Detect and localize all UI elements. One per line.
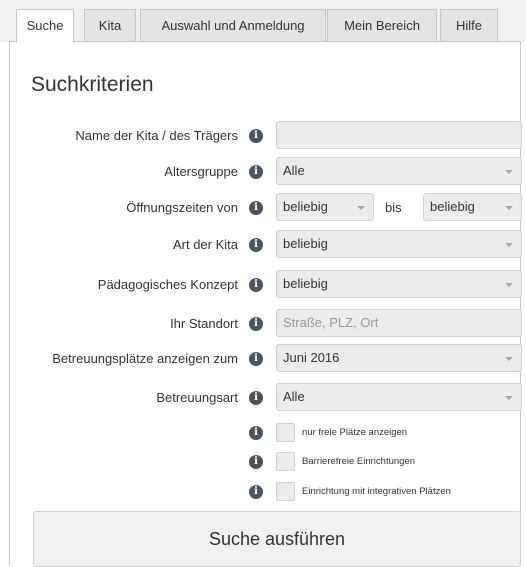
art-value: beliebig <box>283 236 328 251</box>
oeffnungszeiten-von-value: beliebig <box>283 199 328 214</box>
standort-input[interactable]: Straße, PLZ, Ort <box>276 309 522 337</box>
betreuungsplaetze-select[interactable]: Juni 2016 <box>276 344 522 372</box>
checkbox-row-freie-plaetze: i nur freie Plätze anzeigen <box>0 423 526 445</box>
tab-kita[interactable]: Kita <box>84 9 136 42</box>
standort-label: Ihr Standort <box>170 316 238 331</box>
barrierefrei-label[interactable]: Barrierefreie Einrichtungen <box>302 454 415 470</box>
konzept-label: Pädagogisches Konzept <box>97 277 238 292</box>
info-icon[interactable]: i <box>249 485 263 499</box>
info-icon[interactable]: i <box>249 278 263 292</box>
tab-hilfe[interactable]: Hilfe <box>440 9 498 42</box>
form-row-art: Art der Kita i beliebig <box>0 230 526 260</box>
tab-bar-divider <box>9 41 521 42</box>
page-title: Suchkriterien <box>31 73 154 96</box>
betreuungsplaetze-value: Juni 2016 <box>283 350 340 365</box>
chevron-down-icon <box>357 206 365 210</box>
form-row-betreuungsart: Betreuungsart i Alle <box>0 383 526 413</box>
info-icon[interactable]: i <box>249 165 263 179</box>
form-row-konzept: Pädagogisches Konzept i beliebig <box>0 270 526 300</box>
form-row-name: Name der Kita / des Trägers i <box>0 121 526 151</box>
info-icon[interactable]: i <box>249 455 263 469</box>
search-submit-button[interactable]: Suche ausführen <box>33 511 521 567</box>
betreuungsart-value: Alle <box>283 389 305 404</box>
altersgruppe-value: Alle <box>283 163 305 178</box>
chevron-down-icon <box>505 243 513 247</box>
form-row-betreuungsplaetze: Betreuungsplätze anzeigen zum i Juni 201… <box>0 344 526 374</box>
tab-bar: Suche Kita Auswahl und Anmeldung Mein Be… <box>0 0 526 43</box>
info-icon[interactable]: i <box>249 129 263 143</box>
form-row-oeffnungszeiten: Öffnungszeiten von i beliebig bis belieb… <box>0 193 526 223</box>
info-icon[interactable]: i <box>249 317 263 331</box>
info-icon[interactable]: i <box>249 426 263 440</box>
freie-plaetze-label[interactable]: nur freie Plätze anzeigen <box>302 425 407 441</box>
chevron-down-icon <box>505 357 513 361</box>
name-label: Name der Kita / des Trägers <box>75 128 238 143</box>
betreuungsplaetze-label: Betreuungsplätze anzeigen zum <box>52 351 238 366</box>
oeffnungszeiten-label: Öffnungszeiten von <box>126 200 238 215</box>
info-icon[interactable]: i <box>249 238 263 252</box>
form-row-altersgruppe: Altersgruppe i Alle <box>0 157 526 187</box>
tab-auswahl-und-anmeldung[interactable]: Auswahl und Anmeldung <box>140 9 326 42</box>
oeffnungszeiten-bis-value: beliebig <box>430 199 475 214</box>
konzept-select[interactable]: beliebig <box>276 270 522 298</box>
art-select[interactable]: beliebig <box>276 230 522 258</box>
oeffnungszeiten-bis-select[interactable]: beliebig <box>423 193 522 221</box>
info-icon[interactable]: i <box>249 352 263 366</box>
altersgruppe-label: Altersgruppe <box>164 164 238 179</box>
barrierefrei-checkbox[interactable] <box>276 452 295 471</box>
betreuungsart-label: Betreuungsart <box>156 390 238 405</box>
name-input[interactable] <box>276 121 522 149</box>
altersgruppe-select[interactable]: Alle <box>276 157 522 185</box>
tab-suche[interactable]: Suche <box>16 9 74 43</box>
tab-mein-bereich[interactable]: Mein Bereich <box>327 9 437 42</box>
konzept-value: beliebig <box>283 276 328 291</box>
checkbox-row-integrativ: i Einrichtung mit integrativen Plätzen <box>0 482 526 504</box>
integrativ-checkbox[interactable] <box>276 482 295 501</box>
info-icon[interactable]: i <box>249 391 263 405</box>
chevron-down-icon <box>505 283 513 287</box>
chevron-down-icon <box>505 170 513 174</box>
chevron-down-icon <box>505 206 513 210</box>
form-row-standort: Ihr Standort i Straße, PLZ, Ort <box>0 309 526 339</box>
bis-label: bis <box>385 200 402 215</box>
betreuungsart-select[interactable]: Alle <box>276 383 522 411</box>
oeffnungszeiten-von-select[interactable]: beliebig <box>276 193 374 221</box>
chevron-down-icon <box>505 396 513 400</box>
info-icon[interactable]: i <box>249 201 263 215</box>
freie-plaetze-checkbox[interactable] <box>276 423 295 442</box>
integrativ-label[interactable]: Einrichtung mit integrativen Plätzen <box>302 484 451 500</box>
checkbox-row-barrierefrei: i Barrierefreie Einrichtungen <box>0 452 526 474</box>
art-label: Art der Kita <box>172 237 238 252</box>
